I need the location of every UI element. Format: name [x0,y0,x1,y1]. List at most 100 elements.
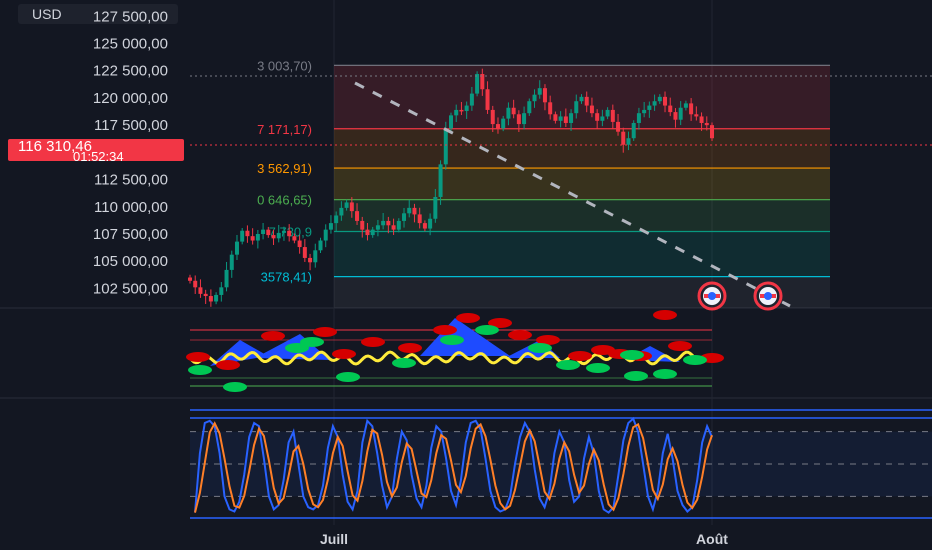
y-tick-label: 122 500,00 [93,63,168,80]
candle-body [485,89,490,110]
y-tick-label: 110 000,00 [94,199,168,216]
candle-body [642,109,647,114]
candle-body [323,229,328,241]
pivot-high-dot [508,330,532,340]
candle-body [495,124,500,129]
candle-body [537,88,542,95]
candle-body [694,114,699,117]
candle-body [250,236,255,241]
candle-body [266,229,271,236]
candle-body [589,105,594,114]
pivot-low-dot [392,358,416,368]
pivot-low-dot [620,350,644,360]
candle-body [522,113,527,125]
fib-zone [334,231,830,277]
candle-body [402,213,407,221]
candle-body [631,122,636,139]
pivot-high-dot [261,331,285,341]
pivot-high-dot [186,352,210,362]
pivot-low-dot [528,343,552,353]
pivot-low-dot [556,360,580,370]
fib-level-label: 3578,41) [261,270,312,285]
candle-body [490,109,495,125]
pivot-low-dot [653,369,677,379]
candle-body [328,223,333,230]
candle-body [412,207,417,215]
pivot-indicator-pane[interactable] [186,310,724,392]
candle-body [673,112,678,120]
candle-body [292,236,297,241]
candle-body [391,225,396,230]
candle-body [553,114,558,121]
candle-body [699,116,704,123]
x-tick-label: Août [696,531,728,547]
candle-body [255,233,260,241]
candle-body [344,202,349,208]
pivot-high-dot [456,313,480,323]
countdown-timer: 01:52:34 [73,149,124,164]
candle-body [198,287,203,294]
candle-body [318,240,323,251]
candle-body [375,225,380,230]
candle-body [563,116,568,123]
candle-body [475,74,480,94]
pivot-low-dot [223,382,247,392]
candle-body [224,269,229,288]
candle-body [381,220,386,226]
candle-body [203,293,208,297]
candle-body [689,103,694,115]
candle-body [308,257,313,263]
candle-body [370,229,375,236]
candle-body [433,196,438,219]
candle-body [428,218,433,229]
candle-body [365,229,370,236]
fib-zone [334,168,830,200]
candle-body [438,164,443,197]
pivot-low-dot [624,371,648,381]
candle-body [501,118,506,129]
candle-body [610,109,615,122]
candle-body [469,93,474,106]
candle-body [407,207,412,214]
candle-body [548,102,553,115]
fib-level-label: 7 171,17) [257,122,312,137]
candle-body [511,107,516,115]
current-price-tag: 116 310,46 01:52:34 [8,138,184,164]
pivot-low-dot [188,365,212,375]
pivot-low-dot [586,363,610,373]
pivot-high-dot [216,360,240,370]
pivot-high-dot [332,349,356,359]
pivot-low-dot [336,372,360,382]
stochastic-pane[interactable] [190,409,932,519]
candle-body [349,202,354,212]
candle-body [558,116,563,121]
y-tick-label: 112 500,00 [94,172,168,189]
candle-body [240,230,245,242]
candle-body [193,280,198,288]
candle-body [647,105,652,110]
y-tick-label: 127 500,00 [93,8,168,25]
candle-body [214,294,219,302]
candle-body [339,207,344,216]
candle-body [386,220,391,226]
candle-body [532,94,537,102]
candle-body [636,113,641,123]
trading-chart[interactable]: 3 003,70)7 171,17)3 562,91)0 646,65)7 73… [0,0,932,550]
candle-body [208,296,213,302]
candle-body [683,103,688,108]
y-tick-label: 117 500,00 [94,117,168,134]
candle-body [527,101,532,114]
x-tick-label: Juill [320,531,348,547]
candle-body [542,88,547,103]
y-tick-label: 107 500,00 [93,226,168,243]
candle-body [678,107,683,120]
candle-body [443,128,448,165]
candle-body [668,105,673,113]
candle-body [281,230,286,233]
candle-body [449,115,453,129]
y-tick-label: 125 000,00 [93,36,168,53]
candle-body [459,109,464,112]
candle-body [663,96,668,106]
candle-body [506,107,511,119]
candle-body [710,125,714,139]
